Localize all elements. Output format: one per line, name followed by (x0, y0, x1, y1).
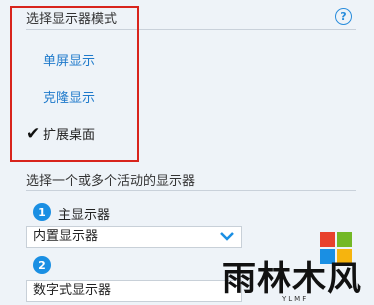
display-2-badge: 2 (33, 256, 51, 274)
watermark-text: 雨林木风 (222, 259, 362, 299)
active-displays-title: 选择一个或多个活动的显示器 (26, 174, 196, 189)
display-1-select[interactable]: 内置显示器 (26, 226, 242, 248)
option-single-display[interactable]: 单屏显示 (43, 50, 95, 69)
display-2-value: 数字式显示器 (33, 283, 112, 298)
chevron-down-icon (219, 229, 235, 250)
display-2-select[interactable]: 数字式显示器 (26, 280, 242, 302)
watermark-subtext: YLMF (282, 295, 309, 303)
option-extend-desktop[interactable]: 扩展桌面 (43, 124, 95, 143)
primary-display-label: 主显示器 (58, 208, 111, 223)
checkmark-icon: ✔ (26, 124, 41, 144)
option-clone-display[interactable]: 克隆显示 (43, 87, 95, 106)
display-1-value: 内置显示器 (33, 229, 99, 244)
help-icon[interactable]: ? (335, 8, 352, 25)
divider (26, 190, 356, 191)
display-1-badge: 1 (33, 203, 51, 221)
